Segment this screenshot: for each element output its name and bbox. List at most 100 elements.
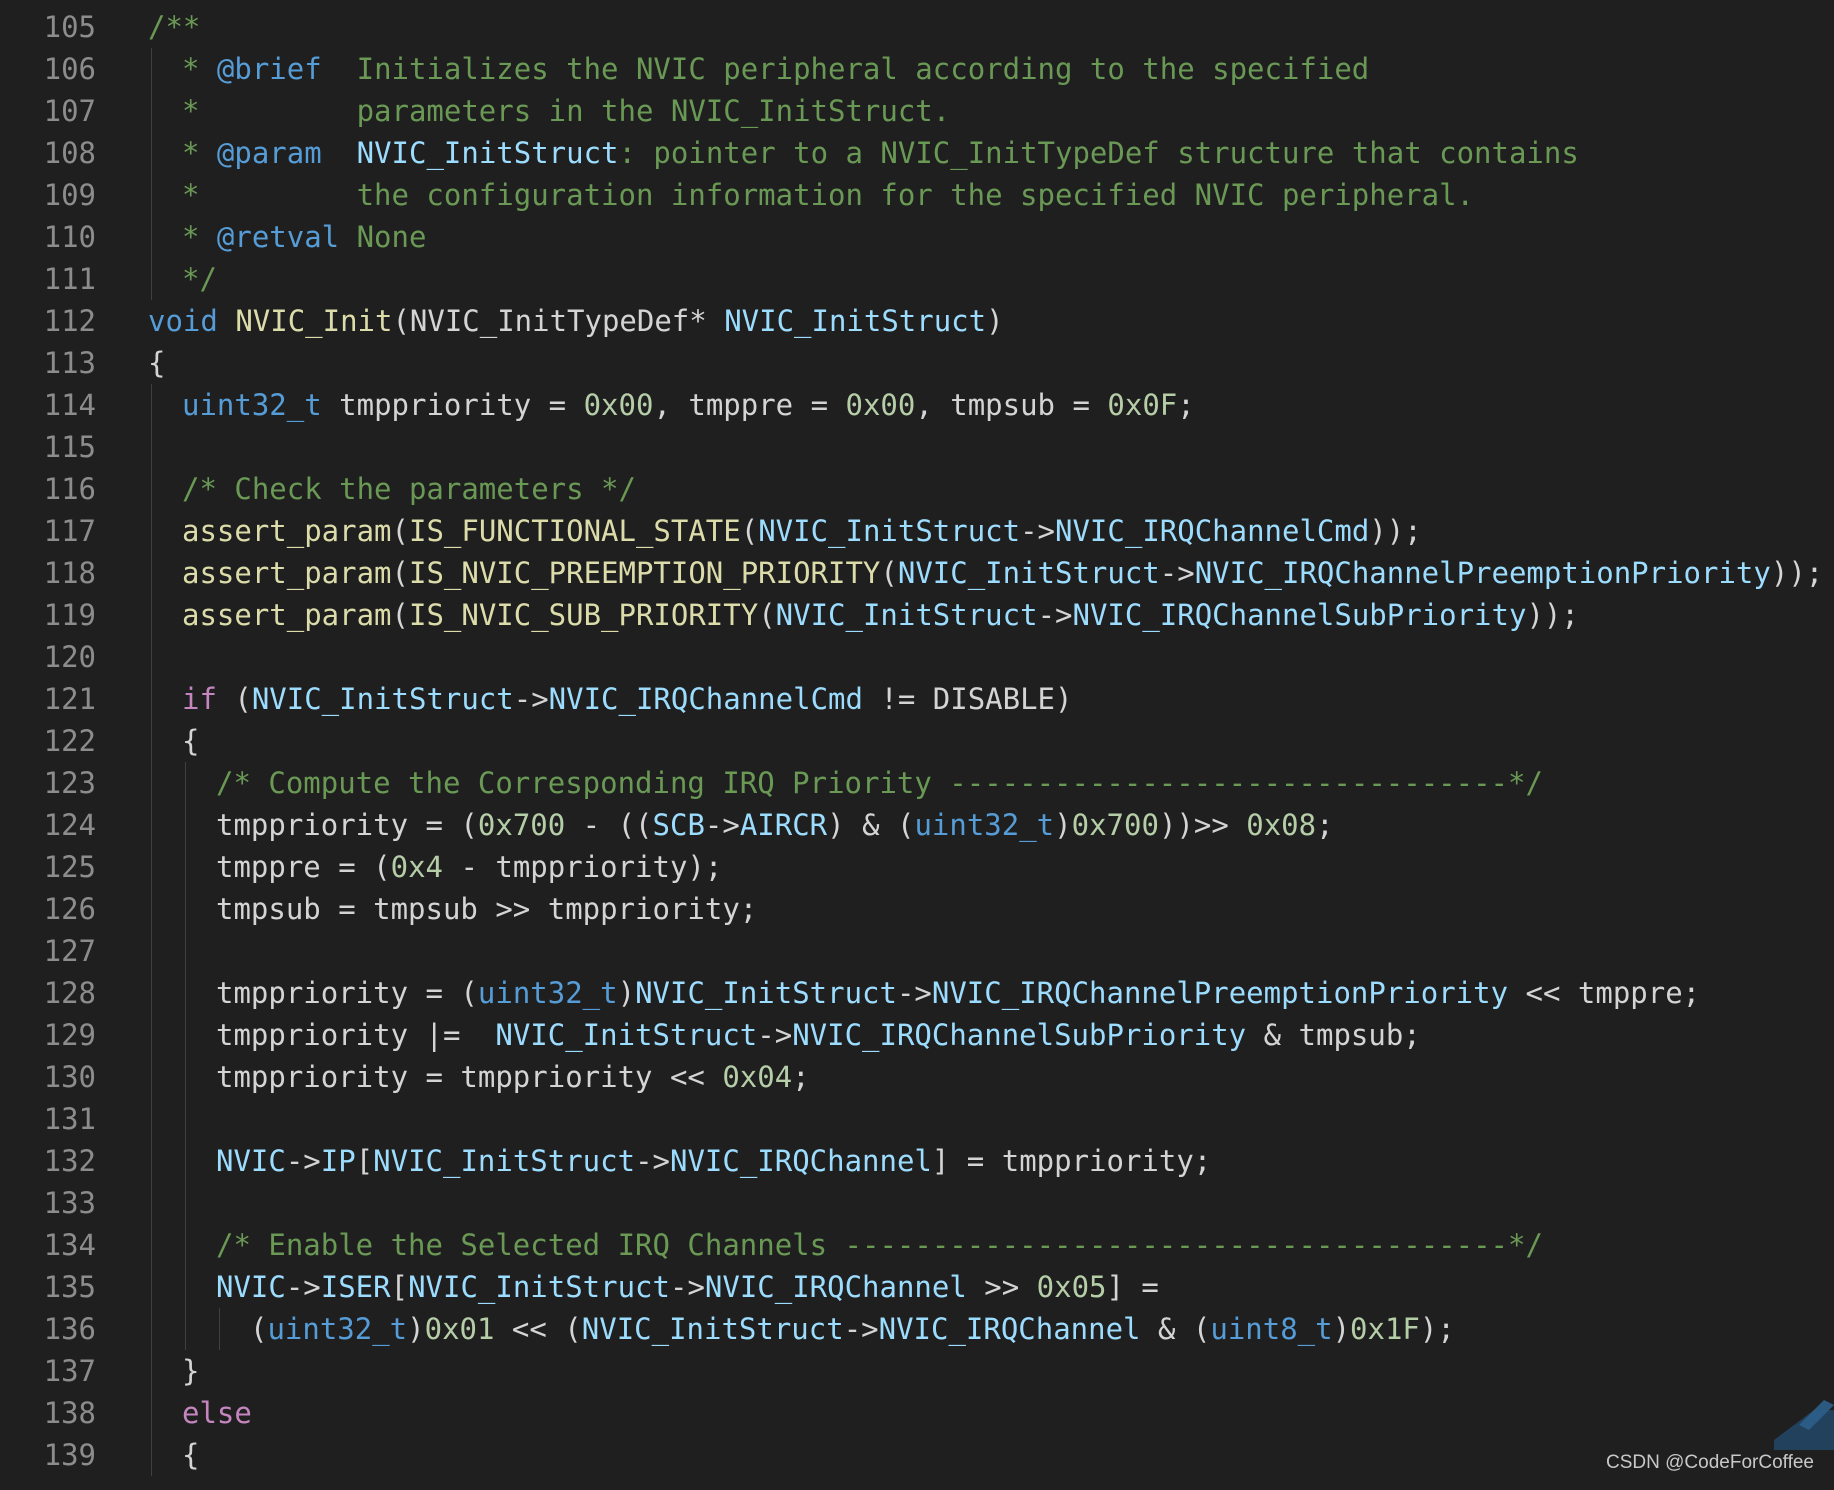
line-number: 130: [43, 1060, 96, 1094]
code-token: 0x08: [1246, 808, 1317, 842]
code-token: NVIC_IRQChannelSubPriority: [792, 1018, 1247, 1052]
line-code: assert_param(IS_NVIC_PREEMPTION_PRIORITY…: [182, 552, 1823, 594]
code-token: ->: [896, 976, 932, 1010]
code-token: ))>>: [1158, 808, 1247, 842]
code-token: {: [148, 346, 166, 380]
code-token: 0x0F: [1107, 388, 1178, 422]
code-token: NVIC_Init: [235, 304, 393, 338]
code-token: ->: [843, 1312, 879, 1346]
code-token: ->: [1020, 514, 1056, 548]
code-token: - ((: [565, 808, 653, 842]
code-token: << (: [494, 1312, 582, 1346]
line-code: tmpsub = tmpsub >> tmppriority;: [216, 888, 757, 930]
code-token: AIRCR: [739, 808, 828, 842]
code-token: NVIC_IRQChannelCmd: [1055, 514, 1370, 548]
line-number: 116: [43, 472, 96, 506]
line-code: {: [182, 720, 199, 762]
line-code: (uint32_t)0x01 << (NVIC_InitStruct->NVIC…: [250, 1308, 1455, 1350]
code-token: assert_param: [182, 556, 392, 590]
line-code: */: [182, 258, 217, 300]
code-token: NVIC_InitStruct: [356, 136, 619, 170]
code-token: (: [391, 514, 409, 548]
code-token: 0x05: [1036, 1270, 1107, 1304]
line-code: {: [182, 1434, 199, 1476]
code-token: {: [182, 1438, 200, 1472]
line-number: 139: [43, 1438, 96, 1472]
code-token: ] = tmppriority;: [931, 1144, 1212, 1178]
code-editor[interactable]: 105 /** 106 * @brief Initializes the NVIC p…: [0, 0, 1834, 1490]
code-token: [: [355, 1144, 374, 1178]
code-token: /* Enable the Selected IRQ Channels ----…: [216, 1228, 1543, 1262]
line-code: /* Enable the Selected IRQ Channels ----…: [216, 1224, 1543, 1266]
code-token: - tmppriority);: [443, 850, 723, 884]
line-code: * @brief Initializes the NVIC peripheral…: [182, 48, 1369, 90]
line-number: 108: [43, 136, 96, 170]
code-token: & tmpsub;: [1246, 1018, 1421, 1052]
code-token: tmppriority = (: [216, 808, 478, 842]
line-number: 111: [43, 262, 96, 296]
code-token: 0x01: [424, 1312, 495, 1346]
code-token: @param: [216, 136, 322, 170]
code-token: ;: [1177, 388, 1195, 422]
code-token: else: [182, 1396, 252, 1430]
code-token: 0x1F: [1350, 1312, 1420, 1346]
code-token: (: [391, 556, 409, 590]
code-token: : pointer to a NVIC_InitTypeDef structur…: [618, 136, 1579, 170]
line-code: tmppriority |= NVIC_InitStruct->NVIC_IRQ…: [216, 1014, 1421, 1056]
line-number: 107: [43, 94, 96, 128]
line-number: 109: [43, 178, 96, 212]
line-number: 112: [43, 304, 96, 338]
indent-guide: [185, 762, 186, 1350]
code-token: 0x00: [845, 388, 916, 422]
code-token: IS_NVIC_SUB_PRIORITY: [408, 598, 759, 632]
code-token: (: [880, 556, 898, 590]
code-token: uint8_t: [1210, 1312, 1333, 1346]
code-token: NVIC_InitStruct: [373, 1144, 636, 1178]
line-number: 135: [43, 1270, 96, 1304]
line-number: 129: [43, 1018, 96, 1052]
code-token: NVIC_IRQChannel: [669, 1144, 932, 1178]
watermark-logo-icon: [1774, 1400, 1834, 1450]
line-number: 138: [43, 1396, 96, 1430]
code-token: tmpsub = tmpsub >> tmppriority;: [216, 892, 758, 926]
line-number: 133: [43, 1186, 96, 1220]
line-number: 128: [43, 976, 96, 1010]
code-token: NVIC_IRQChannel: [878, 1312, 1141, 1346]
line-number: 114: [43, 388, 96, 422]
code-token: ): [986, 304, 1004, 338]
code-token: NVIC_InitStruct: [581, 1312, 844, 1346]
line-code: tmppriority = (uint32_t)NVIC_InitStruct-…: [216, 972, 1700, 1014]
code-token: NVIC_IRQChannelCmd: [548, 682, 863, 716]
line-code: tmppriority = (0x700 - ((SCB->AIRCR) & (…: [216, 804, 1334, 846]
code-token: ->: [285, 1270, 321, 1304]
code-token: (NVIC_InitTypeDef*: [392, 304, 725, 338]
watermark-text: CSDN @CodeForCoffee: [1606, 1452, 1814, 1473]
code-token: (: [740, 514, 759, 548]
code-token: ));: [1526, 598, 1579, 632]
code-token: *: [182, 52, 217, 86]
code-token: void: [148, 304, 218, 338]
code-token: assert_param: [182, 598, 392, 632]
code-token: uint32_t: [182, 388, 322, 422]
code-token: ): [1332, 1312, 1351, 1346]
code-token: }: [182, 1354, 200, 1388]
code-token: [: [390, 1270, 409, 1304]
code-token: (: [758, 598, 776, 632]
line-number: 132: [43, 1144, 96, 1178]
line-code: * parameters in the NVIC_InitStruct.: [182, 90, 950, 132]
code-token: , tmppre =: [653, 388, 846, 422]
code-token: /* Check the parameters */: [182, 472, 636, 506]
line-number: 120: [43, 640, 96, 674]
code-token: ->: [757, 1018, 793, 1052]
line-number: 121: [43, 682, 96, 716]
line-number: 122: [43, 724, 96, 758]
indent-guide: [219, 1308, 220, 1350]
code-token: NVIC_InitStruct: [408, 1270, 670, 1304]
line-code: NVIC->ISER[NVIC_InitStruct->NVIC_IRQChan…: [216, 1266, 1159, 1308]
code-token: NVIC_IRQChannelPreemptionPriority: [1194, 556, 1771, 590]
line-number: 131: [43, 1102, 96, 1136]
code-token: /**: [148, 10, 201, 44]
code-token: ));: [1770, 556, 1824, 590]
code-token: << tmppre;: [1508, 976, 1701, 1010]
code-token: *: [182, 220, 217, 254]
